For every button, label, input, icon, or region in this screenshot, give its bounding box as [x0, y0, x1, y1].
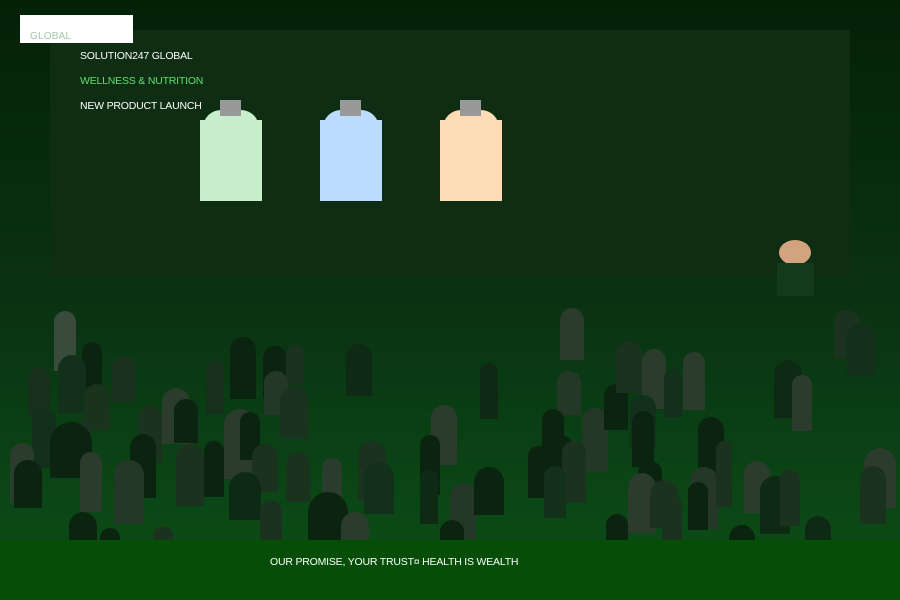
audience-person: [229, 472, 261, 520]
audience-person: [364, 462, 394, 514]
audience-person: [846, 324, 876, 376]
audience-person: [112, 356, 136, 402]
audience-person: [174, 399, 198, 443]
audience-person: [662, 495, 682, 541]
audience-person: [632, 411, 654, 467]
audience-person: [716, 441, 732, 507]
audience-person: [780, 470, 800, 526]
audience-person: [480, 363, 498, 419]
audience-person: [346, 344, 372, 396]
audience-person: [84, 384, 110, 430]
audience-person: [792, 375, 812, 431]
audience-person: [544, 466, 566, 518]
audience-person: [280, 386, 308, 438]
audience-person: [664, 369, 682, 417]
audience-person: [805, 516, 831, 542]
audience-person: [204, 441, 224, 497]
audience-person: [230, 337, 256, 399]
audience-person: [80, 452, 102, 512]
audience-person: [616, 341, 642, 393]
audience-person: [286, 452, 310, 502]
audience-person: [683, 352, 705, 410]
audience-person: [560, 308, 584, 360]
audience-person: [474, 467, 504, 515]
audience-person: [860, 466, 886, 524]
audience-crowd: [10, 308, 896, 543]
audience-person: [176, 444, 204, 506]
audience-person: [286, 345, 304, 385]
audience-person: [557, 371, 581, 415]
audience-person: [14, 460, 42, 508]
footer-bar: OUR PROMISE, YOUR TRUST¤ HEALTH IS WEALT…: [0, 540, 900, 600]
audience-person: [260, 500, 282, 542]
event-scene: GLOBAL SOLUTION247 GLOBAL WELLNESS & NUT…: [0, 0, 900, 600]
audience-person: [114, 460, 144, 524]
audience-person: [606, 514, 628, 542]
audience-person: [69, 512, 97, 542]
audience-person: [688, 482, 708, 530]
audience-person: [58, 355, 86, 413]
footer-slogan: OUR PROMISE, YOUR TRUST¤ HEALTH IS WEALT…: [270, 556, 519, 568]
audience-person: [206, 360, 224, 414]
audience-person: [420, 470, 438, 524]
audience-person: [341, 512, 369, 542]
